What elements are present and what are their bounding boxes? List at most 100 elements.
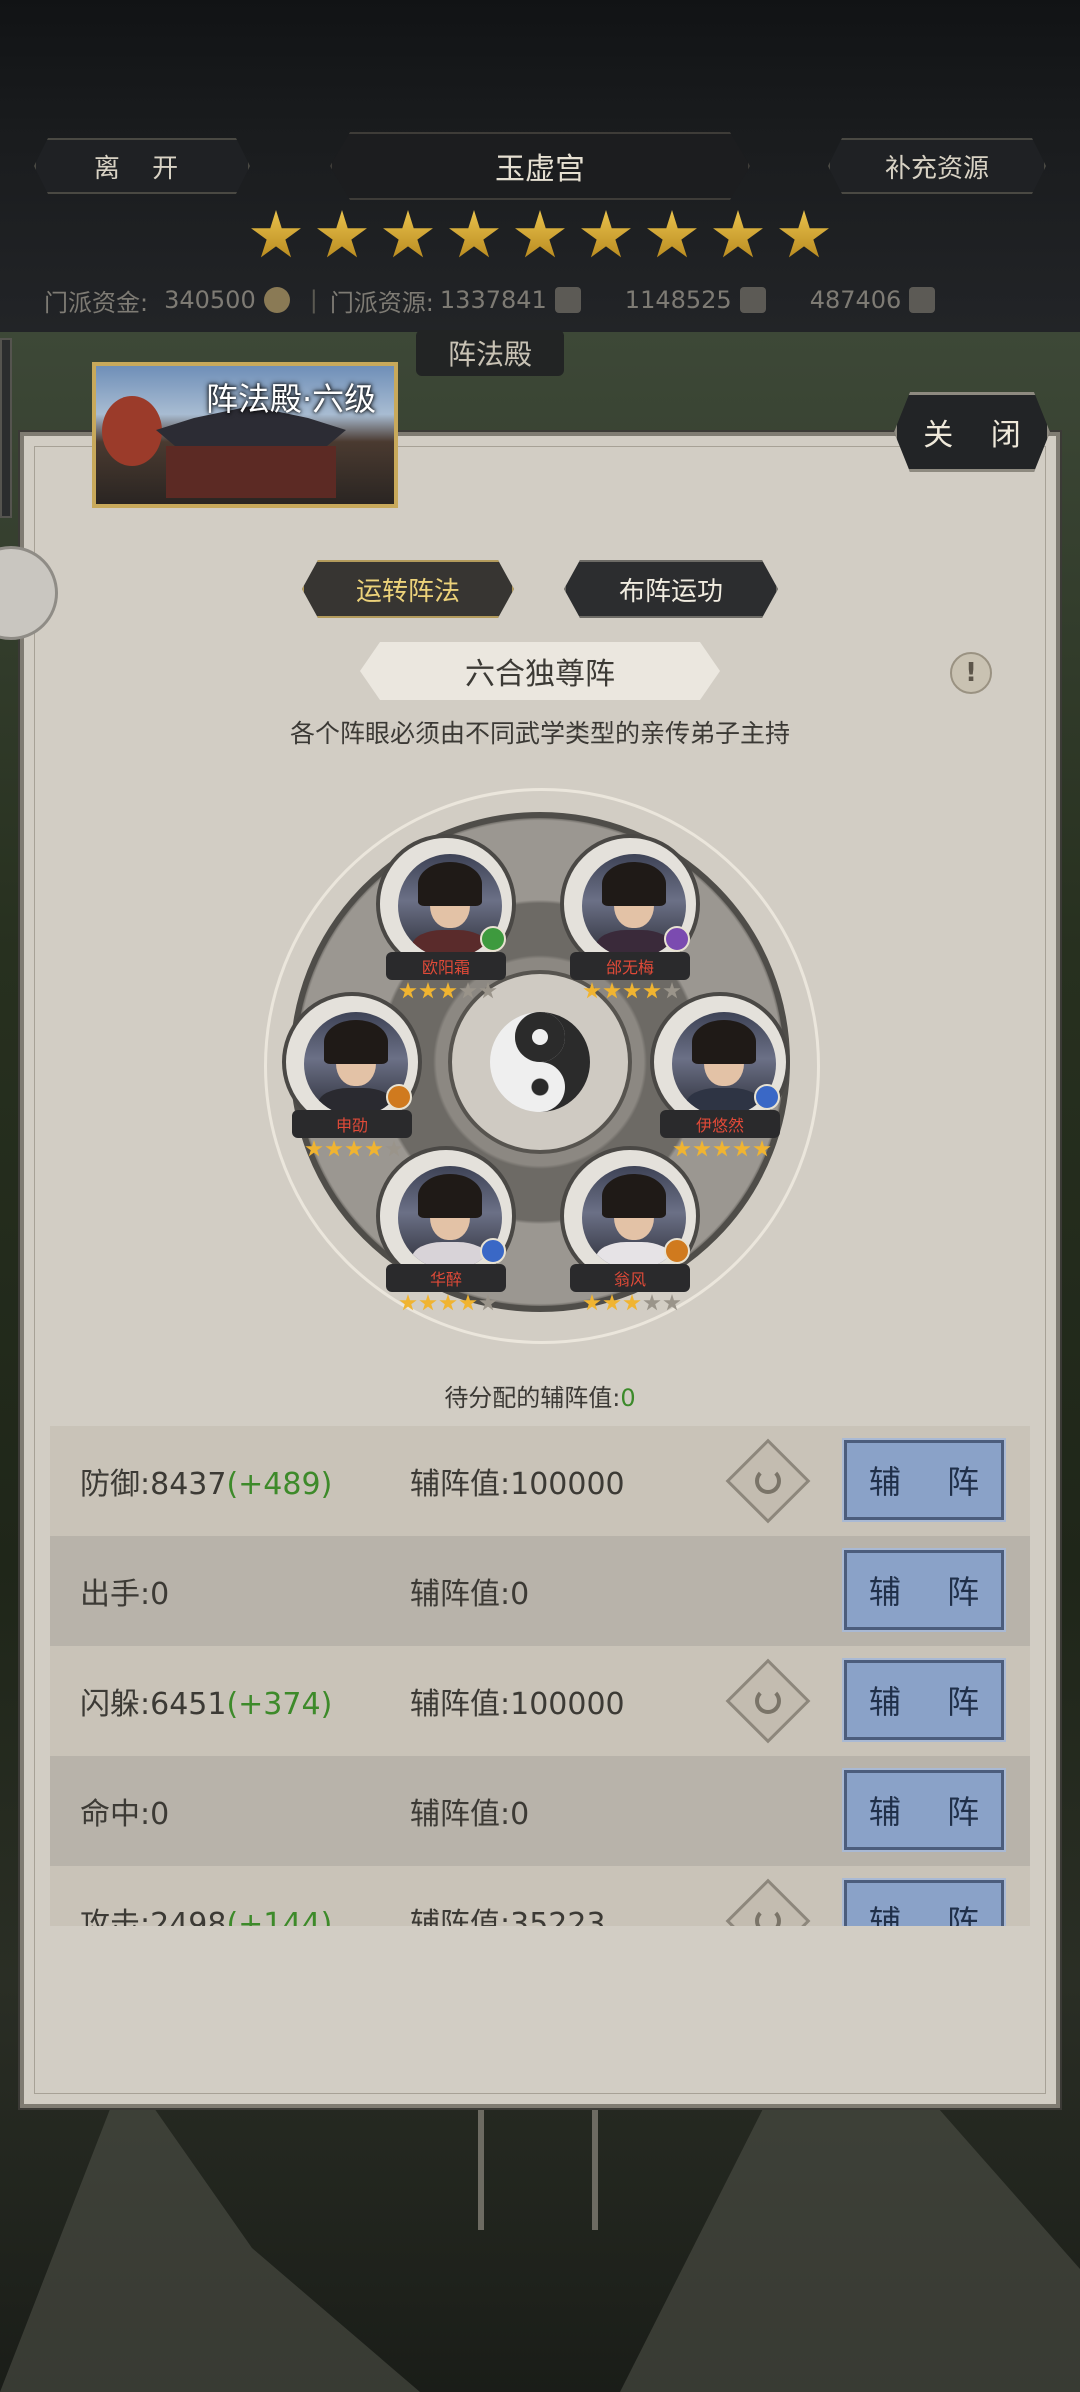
star-icon	[439, 1294, 457, 1311]
sect-resources-value: 1337841	[439, 286, 547, 314]
swap-arrows	[755, 1688, 781, 1714]
disciple-name: 申劭	[292, 1110, 412, 1138]
star-icon	[459, 1294, 477, 1311]
star-icon	[603, 982, 621, 999]
assist-value: 100000	[510, 1467, 625, 1502]
hall-level-title: 阵法殿·六级	[206, 380, 377, 418]
disciple-name: 翁风	[570, 1264, 690, 1292]
swap-icon[interactable]	[725, 1438, 811, 1524]
tab-arrange-formation[interactable]: 布阵运功	[564, 560, 778, 618]
pending-assist-value: 待分配的辅阵值:0	[0, 1378, 1080, 1413]
star-icon	[623, 1294, 641, 1311]
weapon-type-icon	[664, 1238, 690, 1264]
star-icon	[603, 1294, 621, 1311]
disciple-slot[interactable]: 华醉	[376, 1146, 516, 1316]
weapon-type-icon	[480, 926, 506, 952]
assist-label: 辅阵值:	[410, 1467, 511, 1502]
disciple-slot[interactable]: 申劭	[282, 992, 422, 1162]
resource-item4-value: 487406	[809, 286, 902, 314]
pending-label: 待分配的辅阵值:	[444, 1384, 621, 1412]
disciple-slot[interactable]: 翁风	[560, 1146, 700, 1316]
side-tab[interactable]	[0, 338, 12, 518]
star-icon	[623, 982, 641, 999]
assist-button[interactable]: 辅 阵	[842, 1768, 1006, 1852]
star-icon	[663, 1294, 681, 1311]
assist-button[interactable]: 辅 阵	[842, 1438, 1006, 1522]
resource-bar: 门派资金: 340500 | 门派资源: 1337841 1148525 487…	[44, 282, 1044, 318]
stat-label: 防御:	[80, 1467, 151, 1502]
stat-value: 0	[150, 1577, 170, 1612]
stat-label: 出手:	[80, 1577, 151, 1612]
disciple-slot[interactable]: 欧阳霜	[376, 834, 516, 1004]
portrait-hair	[602, 1174, 666, 1218]
star-icon	[583, 982, 601, 999]
assist-button[interactable]: 辅 阵	[842, 1878, 1006, 1926]
star-icon	[479, 1294, 497, 1311]
stat-bonus: (+144)	[226, 1907, 333, 1926]
assist-button[interactable]: 辅 阵	[842, 1548, 1006, 1632]
portrait-hair	[602, 862, 666, 906]
rank-star-icon	[581, 210, 631, 258]
assist-value: 0	[510, 1797, 530, 1832]
assist-text: 辅阵值:0	[410, 1789, 529, 1833]
star-icon	[479, 982, 497, 999]
stat-value: 2498	[150, 1907, 227, 1926]
rank-star-icon	[647, 210, 697, 258]
pending-value: 0	[620, 1384, 636, 1412]
close-button[interactable]: 关 闭	[894, 392, 1050, 472]
swap-arrows	[755, 1908, 781, 1926]
star-icon	[753, 1140, 771, 1157]
assist-value: 100000	[510, 1687, 625, 1722]
coin-icon	[263, 287, 290, 313]
stat-value: 6451	[150, 1687, 227, 1722]
disciple-slot[interactable]: 伊悠然	[650, 992, 790, 1162]
rank-star-icon	[383, 210, 433, 258]
assist-value: 0	[510, 1577, 530, 1612]
assist-label: 辅阵值:	[410, 1577, 511, 1612]
assist-button[interactable]: 辅 阵	[842, 1658, 1006, 1742]
star-icon	[345, 1140, 363, 1157]
rank-star-icon	[449, 210, 499, 258]
stat-label: 命中:	[80, 1797, 151, 1832]
stat-value: 8437	[150, 1467, 227, 1502]
stat-bonus: (+489)	[226, 1467, 333, 1502]
assist-label: 辅阵值:	[410, 1907, 511, 1926]
assist-text: 辅阵值:100000	[410, 1679, 625, 1723]
info-icon[interactable]: !	[950, 652, 992, 694]
portrait-hair	[692, 1020, 756, 1064]
stat-row: 出手:0 辅阵值:0 辅 阵	[50, 1536, 1030, 1646]
disciple-name: 伊悠然	[660, 1110, 780, 1138]
weapon-type-icon	[480, 1238, 506, 1264]
tab-run-formation[interactable]: 运转阵法	[302, 560, 514, 618]
stat-list: 防御:8437(+489) 辅阵值:100000 辅 阵出手:0 辅阵值:0 辅 阵闪躲…	[50, 1426, 1030, 1926]
sword-icon	[739, 287, 766, 313]
assist-text: 辅阵值:100000	[410, 1459, 625, 1503]
leave-button[interactable]: 离 开	[34, 138, 250, 194]
disciple-name: 邰无梅	[570, 952, 690, 980]
star-icon	[713, 1140, 731, 1157]
stat-text: 闪躲:6451(+374)	[80, 1679, 332, 1723]
disciple-name: 欧阳霜	[386, 952, 506, 980]
disciple-slot[interactable]: 邰无梅	[560, 834, 700, 1004]
stat-label: 闪躲:	[80, 1687, 151, 1722]
formation-name: 六合独尊阵	[360, 642, 720, 700]
stat-label: 攻击:	[80, 1907, 151, 1926]
sect-title: 玉虚宫	[330, 132, 750, 200]
swap-icon[interactable]	[725, 1878, 811, 1926]
supply-resources-button[interactable]: 补充资源	[828, 138, 1046, 194]
material-icon	[554, 287, 581, 313]
swap-icon[interactable]	[725, 1658, 811, 1744]
stat-text: 攻击:2498(+144)	[80, 1899, 332, 1926]
stat-text: 防御:8437(+489)	[80, 1459, 332, 1503]
star-icon	[643, 1294, 661, 1311]
portrait-hair	[418, 1174, 482, 1218]
stat-row: 攻击:2498(+144) 辅阵值:35223 辅 阵	[50, 1866, 1030, 1926]
disciple-name: 华醉	[386, 1264, 506, 1292]
rank-star-icon	[713, 210, 763, 258]
sect-rank-stars	[0, 210, 1080, 262]
star-icon	[305, 1140, 323, 1157]
stat-bonus: (+374)	[226, 1687, 333, 1722]
disciple-stars	[572, 1294, 692, 1312]
star-icon	[459, 982, 477, 999]
sect-funds-value: 340500	[164, 286, 256, 314]
